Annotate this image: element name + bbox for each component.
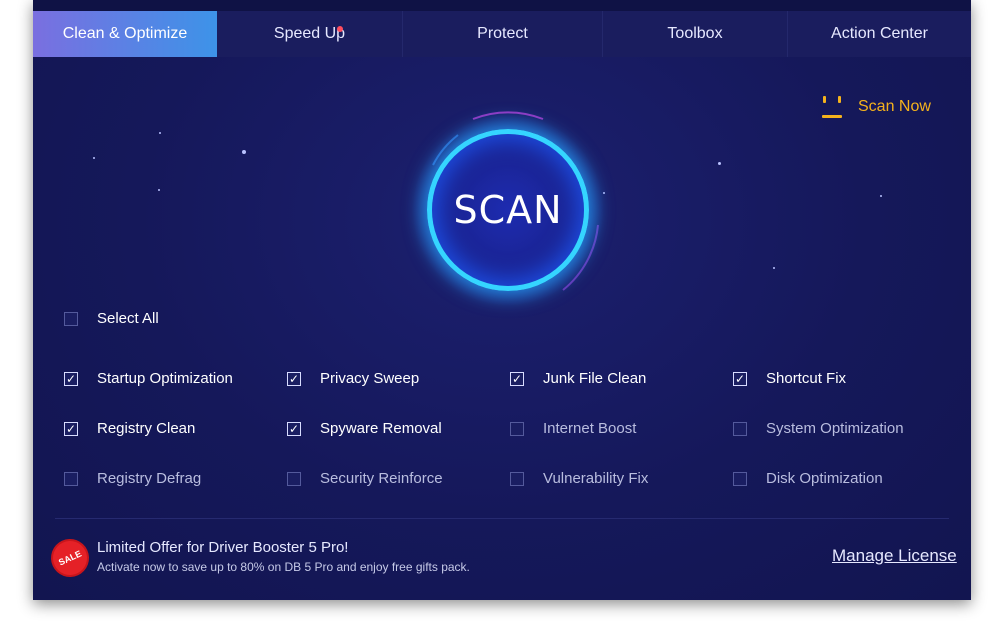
star-decoration — [718, 162, 721, 165]
checkbox-box[interactable] — [510, 421, 524, 436]
star-decoration — [159, 132, 161, 134]
tab-protect[interactable]: Protect — [403, 11, 603, 57]
select-all-checkbox[interactable]: Select All — [64, 310, 159, 327]
checkbox-box[interactable] — [64, 471, 78, 486]
scan-now-label: Scan Now — [858, 98, 931, 115]
scan-widget: SCAN — [403, 105, 613, 315]
option-shortcut-fix[interactable]: ✓ Shortcut Fix — [733, 370, 846, 387]
checkbox-label: Privacy Sweep — [320, 370, 420, 387]
tab-toolbox[interactable]: Toolbox — [603, 11, 788, 57]
checkbox-box[interactable]: ✓ — [510, 371, 524, 386]
star-decoration — [880, 195, 882, 197]
option-vulnerability-fix[interactable]: Vulnerability Fix — [510, 470, 648, 487]
checkbox-label: Spyware Removal — [320, 420, 442, 437]
option-security-reinforce[interactable]: Security Reinforce — [287, 470, 443, 487]
option-registry-defrag[interactable]: Registry Defrag — [64, 470, 201, 487]
option-spyware-removal[interactable]: ✓ Spyware Removal — [287, 420, 442, 437]
checkbox-box[interactable]: ✓ — [287, 421, 301, 436]
scan-label: SCAN — [453, 188, 563, 232]
star-decoration — [158, 189, 160, 191]
star-decoration — [93, 157, 95, 159]
checkbox-label: Disk Optimization — [766, 470, 883, 487]
sale-badge-text: SALE — [56, 548, 83, 568]
option-internet-boost[interactable]: Internet Boost — [510, 420, 636, 437]
notification-dot-icon — [337, 26, 343, 32]
checkbox-label: Registry Defrag — [97, 470, 202, 487]
checkbox-label: Internet Boost — [543, 420, 637, 437]
tab-action-center[interactable]: Action Center — [788, 11, 971, 57]
checkbox-box[interactable]: ✓ — [64, 421, 78, 436]
tab-label: Toolbox — [667, 25, 723, 42]
star-decoration — [773, 267, 775, 269]
app-window: Clean & Optimize Speed Up Protect Toolbo… — [33, 0, 971, 600]
promo-title[interactable]: Limited Offer for Driver Booster 5 Pro! — [97, 539, 348, 556]
option-startup-optimization[interactable]: ✓ Startup Optimization — [64, 370, 233, 387]
main-nav: Clean & Optimize Speed Up Protect Toolbo… — [33, 11, 971, 57]
checkbox-box[interactable] — [64, 311, 78, 326]
checkbox-label: Junk File Clean — [543, 370, 647, 387]
tab-label: Clean & Optimize — [62, 25, 188, 42]
checkbox-box[interactable]: ✓ — [64, 371, 78, 386]
tab-label: Action Center — [831, 25, 928, 42]
checkbox-label: Startup Optimization — [97, 370, 233, 387]
smiley-icon — [820, 95, 844, 119]
tab-speed-up[interactable]: Speed Up — [217, 11, 403, 57]
star-decoration — [242, 150, 246, 154]
scan-now-button[interactable]: Scan Now — [820, 95, 931, 119]
checkbox-label: Security Reinforce — [320, 470, 443, 487]
promo-subtitle: Activate now to save up to 80% on DB 5 P… — [97, 560, 470, 574]
checkbox-box[interactable] — [510, 471, 524, 486]
checkbox-label: Vulnerability Fix — [543, 470, 649, 487]
checkbox-label: System Optimization — [766, 420, 904, 437]
checkbox-box[interactable]: ✓ — [287, 371, 301, 386]
checkbox-label: Shortcut Fix — [766, 370, 847, 387]
option-disk-optimization[interactable]: Disk Optimization — [733, 470, 883, 487]
checkbox-label: Select All — [97, 310, 159, 327]
checkbox-box[interactable]: ✓ — [733, 371, 747, 386]
manage-license-link[interactable]: Manage License — [832, 546, 957, 566]
checkbox-box[interactable] — [733, 471, 747, 486]
option-registry-clean[interactable]: ✓ Registry Clean — [64, 420, 195, 437]
option-junk-file-clean[interactable]: ✓ Junk File Clean — [510, 370, 646, 387]
option-system-optimization[interactable]: System Optimization — [733, 420, 904, 437]
tab-label: Speed Up — [273, 25, 346, 42]
tab-label: Protect — [477, 25, 528, 42]
title-strip — [33, 0, 971, 11]
checkbox-label: Registry Clean — [97, 420, 196, 437]
scan-button[interactable]: SCAN — [427, 129, 589, 291]
checkbox-box[interactable] — [287, 471, 301, 486]
footer-divider — [55, 518, 949, 519]
tab-clean-optimize[interactable]: Clean & Optimize — [33, 11, 217, 57]
checkbox-box[interactable] — [733, 421, 747, 436]
option-privacy-sweep[interactable]: ✓ Privacy Sweep — [287, 370, 419, 387]
